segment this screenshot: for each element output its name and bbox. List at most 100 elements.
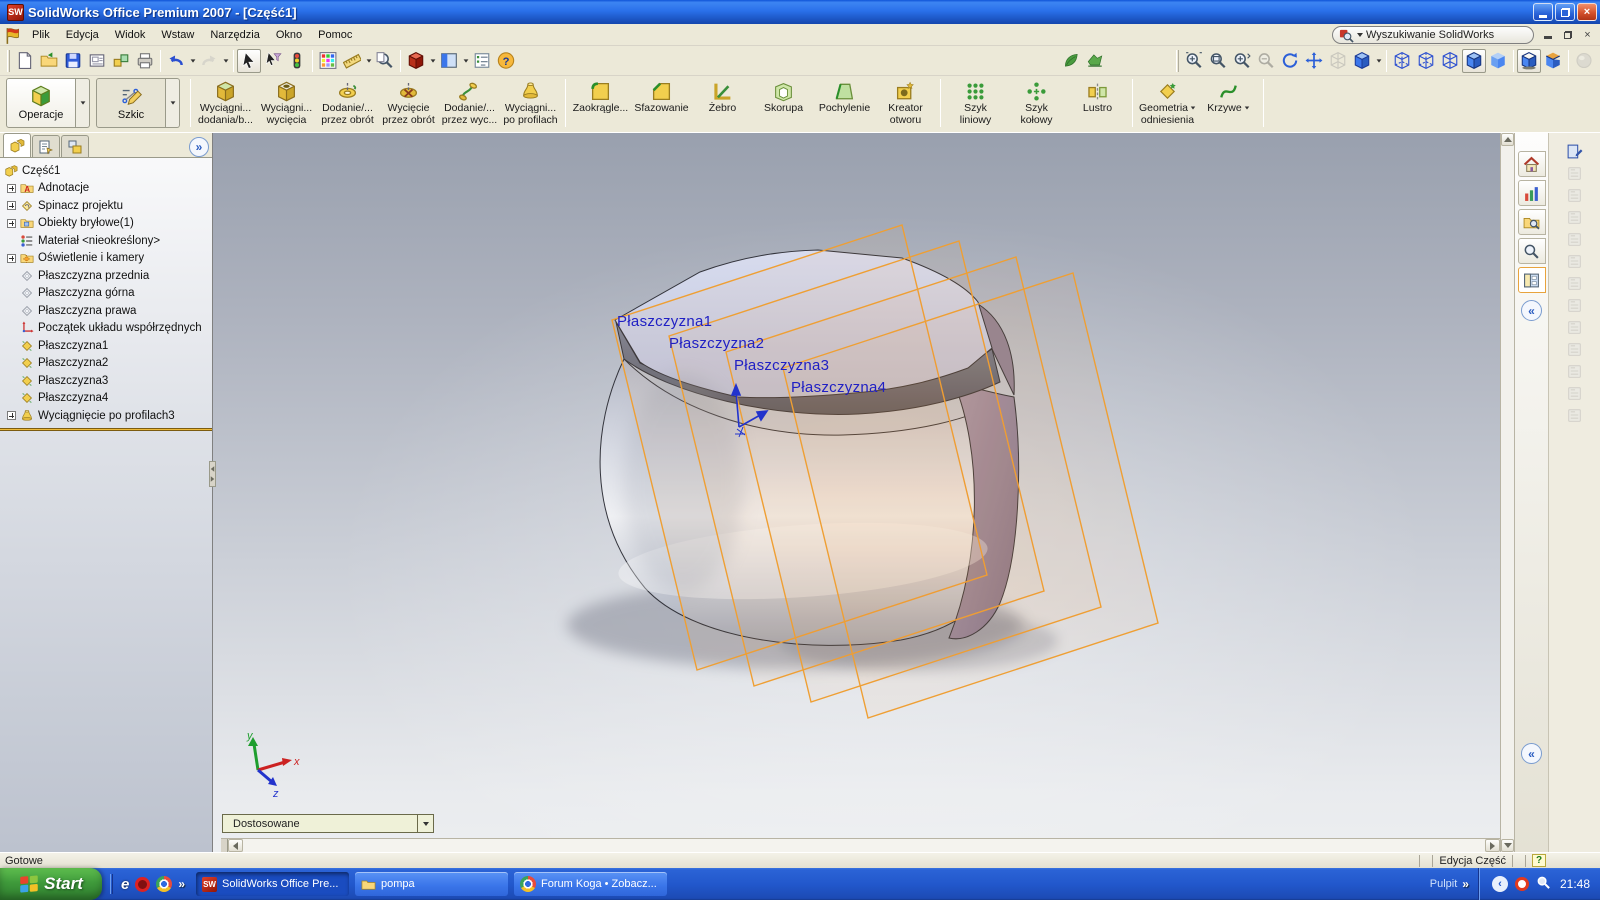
curves-button[interactable]: Krzywe bbox=[1198, 77, 1259, 129]
toolbar-grip[interactable] bbox=[7, 50, 10, 72]
panel-splitter[interactable] bbox=[209, 461, 216, 487]
rollback-bar[interactable] bbox=[0, 428, 212, 431]
window-panels-dropdown-icon[interactable] bbox=[461, 49, 470, 73]
expander-icon[interactable] bbox=[7, 184, 16, 193]
tree-root-part[interactable]: Część1 bbox=[0, 162, 212, 180]
select-button[interactable] bbox=[237, 49, 261, 73]
plane-label-2[interactable]: Płaszczyzna2 bbox=[669, 335, 764, 352]
tray-search-icon[interactable] bbox=[1536, 875, 1551, 893]
start-button[interactable]: Start bbox=[0, 868, 102, 900]
desktop-toolbar[interactable]: Pulpit » bbox=[1420, 877, 1479, 891]
commandmanager-tab-szkic-dropdown-icon[interactable] bbox=[166, 78, 180, 128]
hidden-lines-visible-button[interactable] bbox=[1414, 49, 1438, 73]
open-button[interactable] bbox=[37, 49, 61, 73]
view-orientation-button[interactable] bbox=[1350, 49, 1374, 73]
tree-item[interactable]: Płaszczyzna1 bbox=[0, 337, 212, 355]
make-assembly-from-part-button[interactable] bbox=[109, 49, 133, 73]
undo-button[interactable] bbox=[164, 49, 188, 73]
taskpane-tab-solidworks-resources[interactable] bbox=[1518, 151, 1546, 177]
tree-item[interactable]: Płaszczyzna4 bbox=[0, 390, 212, 408]
edit-appearance-button[interactable] bbox=[1059, 49, 1083, 73]
measure-button[interactable] bbox=[340, 49, 364, 73]
view-orientation-dropdown-icon[interactable] bbox=[1374, 49, 1383, 73]
shaded-button[interactable] bbox=[1486, 49, 1510, 73]
task-button[interactable]: SWSolidWorks Office Pre... bbox=[196, 872, 349, 896]
vertical-scrollbar[interactable] bbox=[1500, 133, 1514, 852]
zoom-to-fit-button[interactable] bbox=[1182, 49, 1206, 73]
taskpane-collapse-icon[interactable]: « bbox=[1521, 300, 1542, 321]
document-system-icon[interactable] bbox=[4, 27, 22, 43]
expander-icon[interactable] bbox=[7, 219, 16, 228]
quicklaunch-grip[interactable] bbox=[110, 874, 113, 894]
measure-dropdown-icon[interactable] bbox=[364, 49, 373, 73]
tab-featuremanager[interactable] bbox=[3, 133, 31, 157]
wireframe-button[interactable] bbox=[1390, 49, 1414, 73]
tree-item[interactable]: Spinacz projektu bbox=[0, 197, 212, 215]
expander-icon[interactable] bbox=[7, 254, 16, 263]
doc-minimize-button[interactable] bbox=[1539, 27, 1556, 42]
reference-geometry-button[interactable]: Geometriaodniesienia bbox=[1137, 77, 1198, 129]
tray-opera-icon[interactable] bbox=[1515, 877, 1529, 891]
minimize-button[interactable] bbox=[1533, 3, 1553, 21]
menu-widok[interactable]: Widok bbox=[107, 26, 154, 44]
shaded-with-edges-button[interactable] bbox=[1462, 49, 1486, 73]
search-dropdown-icon[interactable] bbox=[1357, 33, 1363, 37]
graphics-viewport[interactable]: y x z Płaszczyzna1Płaszczyzna2Płaszczyzn… bbox=[213, 133, 1500, 852]
expander-icon[interactable] bbox=[7, 201, 16, 210]
toolbar-overflow-icon[interactable]: » bbox=[1462, 877, 1469, 891]
make-drawing-from-part-button[interactable] bbox=[85, 49, 109, 73]
extruded-cut-button[interactable]: path d="M8 1L14 4 8 7 2 4z" fill="#f2cf4… bbox=[256, 77, 317, 129]
task-button[interactable]: pompa bbox=[355, 872, 508, 896]
chamfer-button[interactable]: Sfazowanie bbox=[631, 77, 692, 129]
solidworks-addins-button[interactable] bbox=[404, 49, 428, 73]
undo-dropdown-icon[interactable] bbox=[188, 49, 197, 73]
hidden-lines-removed-button[interactable] bbox=[1438, 49, 1462, 73]
pane-split-handle[interactable] bbox=[221, 839, 228, 852]
tree-item[interactable]: AAdnotacje bbox=[0, 180, 212, 198]
shell-button[interactable]: Skorupa bbox=[753, 77, 814, 129]
design-binder-search-button[interactable] bbox=[373, 49, 397, 73]
panel-collapse-icon[interactable]: « bbox=[1521, 743, 1542, 764]
tree-item[interactable]: Płaszczyzna górna bbox=[0, 285, 212, 303]
plane-label-1[interactable]: Płaszczyzna1 bbox=[617, 313, 712, 330]
hole-wizard-button[interactable]: Kreatorotworu bbox=[875, 77, 936, 129]
linear-pattern-button[interactable]: Szykliniowy bbox=[945, 77, 1006, 129]
close-button[interactable]: × bbox=[1577, 3, 1597, 21]
extruded-boss-base-button[interactable]: Wyciągni...dodania/b... bbox=[195, 77, 256, 129]
hide-icons-icon[interactable]: ‹ bbox=[1492, 876, 1508, 892]
zoom-to-area-button[interactable] bbox=[1206, 49, 1230, 73]
tree-item[interactable]: Początek układu współrzędnych bbox=[0, 320, 212, 338]
doc-restore-button[interactable] bbox=[1559, 27, 1576, 42]
edit-part-button[interactable] bbox=[1562, 141, 1588, 162]
plane-label-3[interactable]: Płaszczyzna3 bbox=[734, 357, 829, 374]
commandmanager-tab-szkic[interactable]: Szkic bbox=[96, 78, 166, 128]
window-panels-button[interactable] bbox=[437, 49, 461, 73]
tab-configurationmanager[interactable] bbox=[61, 135, 89, 157]
swept-boss-base-button[interactable]: Dodanie/...przez wyc... bbox=[439, 77, 500, 129]
revolved-boss-base-button[interactable]: Dodanie/...przez obrót bbox=[317, 77, 378, 129]
commandmanager-tab-operacje[interactable]: Operacje bbox=[6, 78, 76, 128]
redo-dropdown-icon[interactable] bbox=[221, 49, 230, 73]
chrome-icon[interactable] bbox=[156, 876, 172, 892]
tree-item[interactable]: Płaszczyzna przednia bbox=[0, 267, 212, 285]
hscroll-track[interactable] bbox=[243, 839, 1485, 852]
tree-item[interactable]: Obiekty bryłowe(1) bbox=[0, 215, 212, 233]
taskpane-tab-search[interactable] bbox=[1518, 238, 1546, 264]
tree-item[interactable]: Oświetlenie i kamery bbox=[0, 250, 212, 268]
task-button[interactable]: Forum Koga • Zobacz... bbox=[514, 872, 667, 896]
horizontal-scrollbar[interactable] bbox=[221, 838, 1500, 852]
opera-icon[interactable] bbox=[135, 877, 150, 892]
tree-item[interactable]: Płaszczyzna3 bbox=[0, 372, 212, 390]
pan-button[interactable] bbox=[1302, 49, 1326, 73]
fillet-button[interactable]: Zaokrągle... bbox=[570, 77, 631, 129]
section-view-button[interactable] bbox=[1541, 49, 1565, 73]
tree-item[interactable]: Płaszczyzna2 bbox=[0, 355, 212, 373]
rib-button[interactable]: Żebro bbox=[692, 77, 753, 129]
scroll-down-button[interactable] bbox=[1501, 839, 1514, 852]
commandmanager-tab-operacje-dropdown-icon[interactable] bbox=[76, 78, 90, 128]
print-button[interactable] bbox=[133, 49, 157, 73]
scroll-left-button[interactable] bbox=[228, 839, 243, 852]
menu-pomoc[interactable]: Pomoc bbox=[310, 26, 360, 44]
vscroll-track[interactable] bbox=[1501, 146, 1514, 839]
restore-button[interactable] bbox=[1555, 3, 1575, 21]
